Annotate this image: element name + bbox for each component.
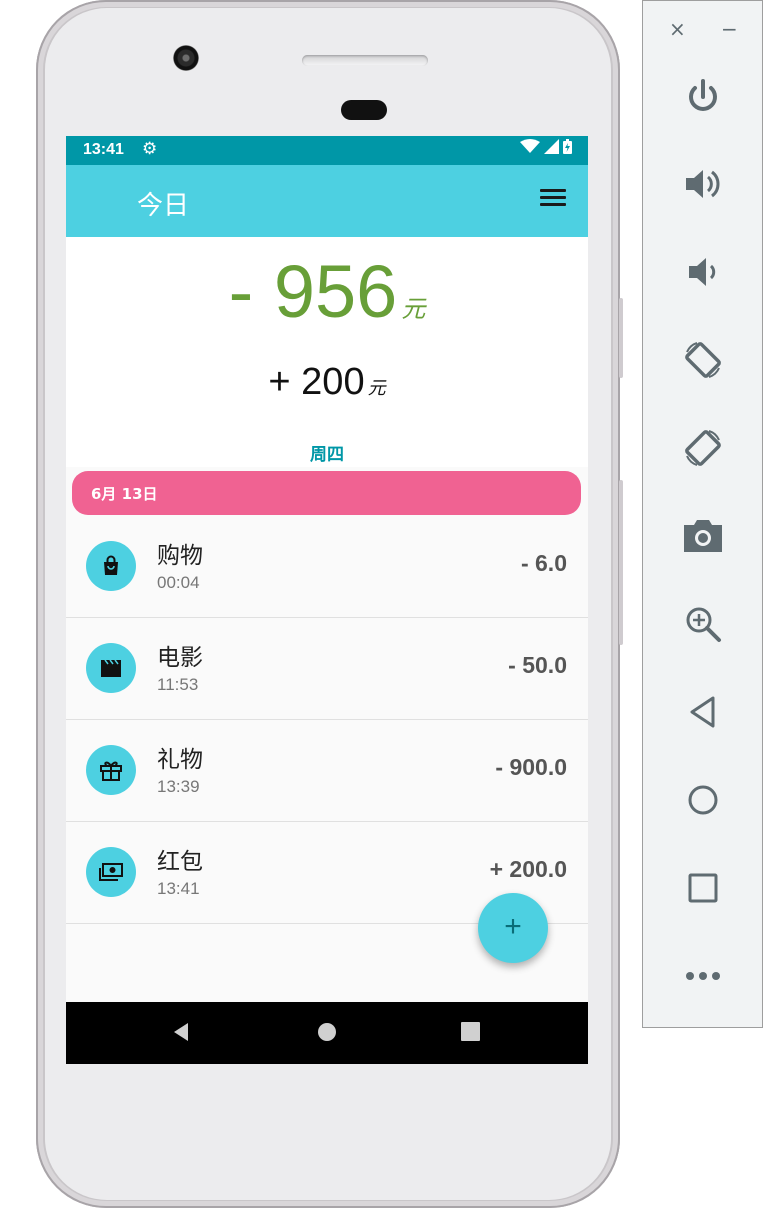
status-time: 13:41 [83, 141, 124, 158]
battery-icon [563, 139, 572, 154]
cell-signal-icon [544, 139, 559, 154]
power-side-button [619, 480, 623, 645]
phone-screen: 13:41 ⚙ 今日 - 956 元 + 200 元 周四 6月 13日 购物 … [66, 136, 588, 1064]
power-icon[interactable] [681, 75, 725, 119]
shopping-bag-icon [86, 541, 136, 591]
gift-icon [86, 745, 136, 795]
home-icon[interactable] [681, 778, 725, 822]
transaction-row[interactable]: 电影 11:53 - 50.0 [66, 618, 588, 720]
back-icon[interactable] [681, 690, 725, 734]
front-camera [173, 45, 199, 71]
status-bar: 13:41 ⚙ [66, 136, 588, 165]
screenshot-camera-icon[interactable] [681, 514, 725, 558]
transaction-amount: - 900.0 [495, 754, 567, 780]
transaction-category: 红包 [157, 849, 203, 875]
date-header-label: 6月 13日 [91, 485, 158, 503]
transaction-category: 购物 [157, 543, 203, 569]
transaction-time: 00:04 [157, 573, 200, 592]
daily-summary: - 956 元 + 200 元 周四 [66, 237, 588, 467]
rotate-right-icon[interactable] [681, 426, 725, 470]
minimize-window-button[interactable]: − [721, 17, 738, 41]
page-title: 今日 [137, 191, 190, 221]
settings-gear-icon: ⚙ [142, 139, 158, 159]
earpiece-speaker [302, 55, 428, 66]
app-bar: 今日 [66, 165, 588, 237]
hamburger-menu-icon[interactable] [540, 189, 566, 211]
transaction-category: 电影 [157, 645, 203, 671]
nav-home-icon[interactable] [317, 1022, 337, 1042]
income-unit: 元 [367, 378, 386, 398]
money-icon [86, 847, 136, 897]
transaction-time: 11:53 [157, 675, 199, 694]
volume-up-icon[interactable] [681, 162, 725, 206]
transaction-amount: + 200.0 [489, 856, 567, 882]
nav-overview-icon[interactable] [461, 1022, 480, 1041]
add-transaction-button[interactable]: + [478, 893, 548, 963]
proximity-sensor [341, 100, 387, 120]
wifi-icon [520, 139, 540, 153]
transaction-row[interactable]: 购物 00:04 - 6.0 [66, 516, 588, 618]
transaction-amount: - 6.0 [520, 550, 567, 576]
transaction-time: 13:41 [157, 879, 200, 898]
transaction-time: 13:39 [157, 777, 200, 796]
income-total-value: + 200 [268, 361, 365, 403]
transaction-category: 礼物 [157, 747, 203, 773]
transaction-amount: - 50.0 [508, 652, 567, 678]
expense-unit: 元 [401, 296, 426, 323]
emulator-toolbar: × − [642, 0, 763, 1028]
income-total: + 200 元 [66, 361, 588, 404]
system-status-icons [520, 139, 572, 154]
transaction-list: 购物 00:04 - 6.0 电影 11:53 - 50.0 礼物 13:39 … [66, 516, 588, 924]
weekday-label: 周四 [310, 445, 344, 465]
date-header[interactable]: 6月 13日 [72, 471, 581, 515]
nav-back-icon[interactable] [172, 1022, 190, 1042]
overview-icon[interactable] [681, 866, 725, 910]
transaction-row[interactable]: 礼物 13:39 - 900.0 [66, 720, 588, 822]
close-window-button[interactable]: × [669, 17, 686, 41]
rotate-left-icon[interactable] [681, 338, 725, 382]
movie-clapper-icon [86, 643, 136, 693]
zoom-icon[interactable] [681, 602, 725, 646]
expense-total: - 956 元 [66, 249, 588, 334]
android-nav-bar [66, 1002, 588, 1064]
more-icon[interactable] [681, 954, 725, 998]
expense-total-value: - 956 [228, 250, 398, 333]
volume-down-icon[interactable] [681, 250, 725, 294]
volume-side-button [619, 298, 623, 378]
